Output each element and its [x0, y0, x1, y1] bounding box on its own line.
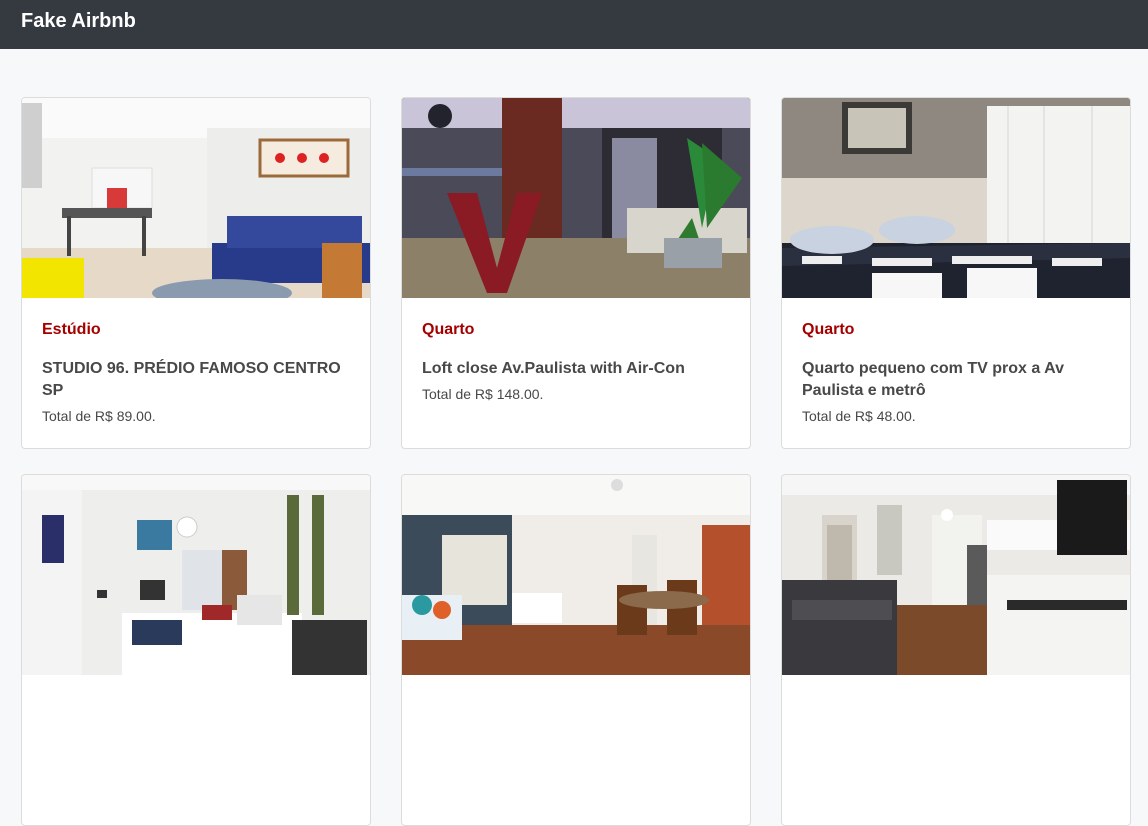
navbar: Fake Airbnb	[0, 0, 1148, 49]
listing-photo[interactable]	[782, 475, 1130, 675]
listing-name[interactable]: STUDIO 96. PRÉDIO FAMOSO CENTRO SP	[42, 358, 350, 402]
listing-card[interactable]: Quarto Quarto pequeno com TV prox a Av P…	[781, 97, 1131, 449]
listings-grid: Estúdio STUDIO 96. PRÉDIO FAMOSO CENTRO …	[21, 97, 1131, 826]
listing-price: Total de R$ 48.00.	[802, 408, 916, 424]
listing-price: Total de R$ 89.00.	[42, 408, 156, 424]
listing-photo[interactable]	[22, 98, 370, 298]
listing-photo[interactable]	[782, 98, 1130, 298]
listing-type: Quarto	[422, 321, 475, 338]
listing-card[interactable]: Quarto Loft close Av.Paulista with Air-C…	[401, 97, 751, 449]
brand-link[interactable]: Fake Airbnb	[21, 10, 136, 33]
listing-photo[interactable]	[402, 98, 750, 298]
listing-card[interactable]: Estúdio STUDIO 96. PRÉDIO FAMOSO CENTRO …	[21, 97, 371, 449]
listing-card[interactable]	[401, 474, 751, 826]
listing-name[interactable]: Loft close Av.Paulista with Air-Con	[422, 358, 730, 380]
listing-card[interactable]	[21, 474, 371, 826]
listing-price: Total de R$ 148.00.	[422, 386, 544, 402]
listing-type: Estúdio	[42, 321, 101, 338]
listing-name[interactable]: Quarto pequeno com TV prox a Av Paulista…	[802, 358, 1110, 402]
listing-type: Quarto	[802, 321, 855, 338]
listing-photo[interactable]	[22, 475, 370, 675]
listing-card[interactable]	[781, 474, 1131, 826]
listing-photo[interactable]	[402, 475, 750, 675]
